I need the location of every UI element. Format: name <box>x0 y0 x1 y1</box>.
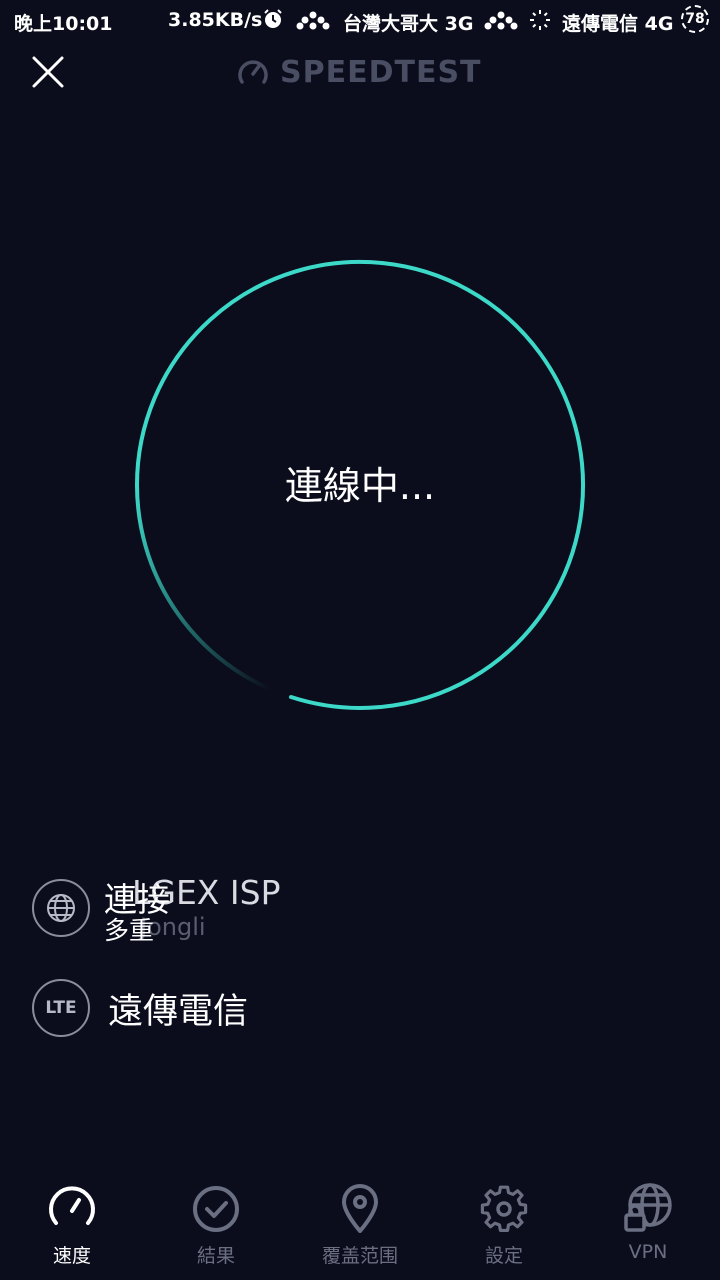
lte-badge-icon: LTE <box>32 979 90 1037</box>
signal-dots-icon <box>484 10 518 35</box>
gear-icon <box>480 1185 528 1232</box>
lte-badge-label: LTE <box>45 998 77 1018</box>
nav-item-speed[interactable]: 速度 <box>0 1175 144 1280</box>
loading-spinner-icon <box>528 8 552 37</box>
check-circle-icon <box>193 1186 239 1232</box>
connection-row[interactable]: LGEX ISP Jongli 連接 多重 <box>32 873 364 945</box>
nav-label-settings: 設定 <box>484 1245 523 1267</box>
nav-item-results[interactable]: 結果 <box>144 1175 288 1280</box>
close-icon <box>32 56 64 88</box>
signal-dots-icon <box>296 10 330 35</box>
speedtest-logo: SPEEDTEST <box>236 52 482 92</box>
gauge-icon <box>238 60 268 84</box>
alarm-icon <box>262 8 284 35</box>
speed-gauge-icon <box>49 1186 95 1225</box>
nav-label-vpn: VPN <box>628 1241 668 1263</box>
nav-item-coverage[interactable]: 覆盖范围 <box>288 1175 432 1280</box>
gauge-arc-tail <box>135 484 271 691</box>
status-carrier-2: 遠傳電信 4G <box>562 13 674 35</box>
speedtest-screen: 晚上10:01 3.85KB/s 台灣大哥大 3G 遠傳電信 4G 78 SPE… <box>0 0 720 1280</box>
globe-icon <box>32 879 90 937</box>
connection-mode: 多重 <box>104 916 155 945</box>
network-row[interactable]: LTE 遠傳電信 <box>32 979 248 1037</box>
status-time: 晚上10:01 <box>14 13 113 35</box>
vpn-lock-icon <box>624 1183 672 1232</box>
nav-item-settings[interactable]: 設定 <box>432 1175 576 1280</box>
nav-label-speed: 速度 <box>52 1245 91 1267</box>
map-pin-icon <box>342 1184 378 1233</box>
nav-label-coverage: 覆盖范围 <box>321 1245 398 1267</box>
brand-title: SPEEDTEST <box>280 54 482 90</box>
close-button[interactable] <box>28 52 68 92</box>
isp-info: LGEX ISP Jongli 連接 多重 <box>104 873 364 945</box>
status-carrier-1: 台灣大哥大 3G <box>343 13 474 35</box>
bottom-nav: 速度 結果 覆盖范围 設定 VPN <box>0 1175 720 1280</box>
battery-icon: 78 <box>681 5 709 33</box>
nav-item-vpn[interactable]: VPN <box>576 1175 720 1280</box>
status-bar: 晚上10:01 3.85KB/s 台灣大哥大 3G 遠傳電信 4G 78 <box>0 0 720 40</box>
connecting-status: 連線中... <box>284 464 436 508</box>
status-net-speed: 3.85KB/s <box>168 9 263 31</box>
carrier-name: 遠傳電信 <box>108 991 249 1032</box>
battery-level: 78 <box>685 11 705 27</box>
nav-label-results: 結果 <box>196 1245 235 1267</box>
